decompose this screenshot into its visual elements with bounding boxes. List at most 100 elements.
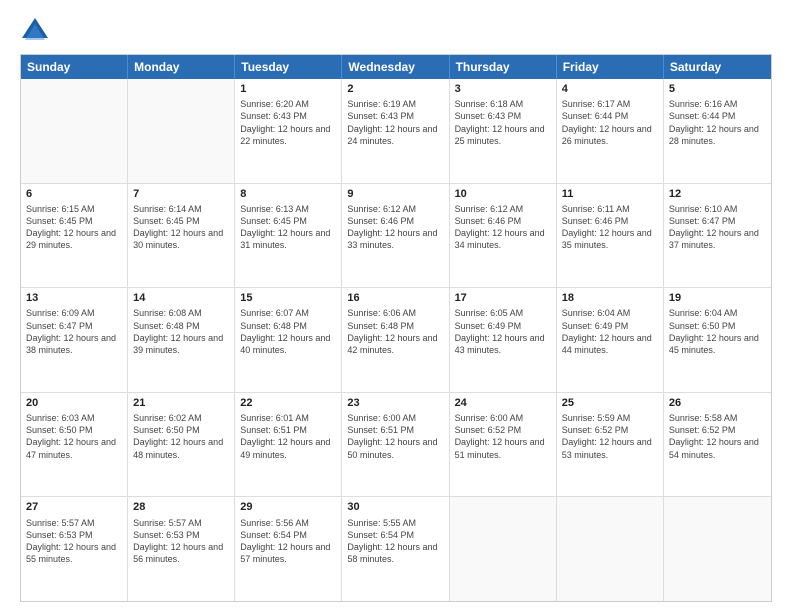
day-number: 15 <box>240 291 336 305</box>
calendar-cell: 28Sunrise: 5:57 AM Sunset: 6:53 PM Dayli… <box>128 497 235 601</box>
day-number: 22 <box>240 396 336 410</box>
calendar-cell: 19Sunrise: 6:04 AM Sunset: 6:50 PM Dayli… <box>664 288 771 392</box>
calendar-week: 1 Sunrise: 6:20 AM Sunset: 6:43 PM Daylig… <box>21 79 771 184</box>
day-info: Sunrise: 6:19 AM Sunset: 6:43 PM Dayligh… <box>347 98 443 147</box>
calendar-cell <box>21 79 128 183</box>
day-info: Sunrise: 5:58 AM Sunset: 6:52 PM Dayligh… <box>669 412 766 461</box>
day-number: 24 <box>455 396 551 410</box>
day-info: Sunrise: 6:06 AM Sunset: 6:48 PM Dayligh… <box>347 307 443 356</box>
page: SundayMondayTuesdayWednesdayThursdayFrid… <box>0 0 792 612</box>
day-info: Sunrise: 6:07 AM Sunset: 6:48 PM Dayligh… <box>240 307 336 356</box>
calendar-cell: 23 Sunrise: 6:00 AM Sunset: 6:51 PM Dayli… <box>342 393 449 497</box>
calendar-cell: 18 Sunrise: 6:04 AM Sunset: 6:49 PM Dayli… <box>557 288 664 392</box>
day-info: Sunrise: 6:00 AM Sunset: 6:51 PM Dayligh… <box>347 412 443 461</box>
day-info: Sunrise: 5:57 AM Sunset: 6:53 PM Dayligh… <box>26 517 122 566</box>
day-number: 3 <box>455 82 551 96</box>
calendar-cell: 20Sunrise: 6:03 AM Sunset: 6:50 PM Dayli… <box>21 393 128 497</box>
day-info: Sunrise: 6:02 AM Sunset: 6:50 PM Dayligh… <box>133 412 229 461</box>
calendar-cell <box>557 497 664 601</box>
day-info: Sunrise: 6:05 AM Sunset: 6:49 PM Dayligh… <box>455 307 551 356</box>
logo <box>20 16 54 46</box>
calendar-header-cell: Monday <box>128 55 235 79</box>
calendar-header-row: SundayMondayTuesdayWednesdayThursdayFrid… <box>21 55 771 79</box>
day-number: 30 <box>347 500 443 514</box>
day-info: Sunrise: 6:20 AM Sunset: 6:43 PM Dayligh… <box>240 98 336 147</box>
calendar-cell: 17Sunrise: 6:05 AM Sunset: 6:49 PM Dayli… <box>450 288 557 392</box>
calendar-cell: 9 Sunrise: 6:12 AM Sunset: 6:46 PM Daylig… <box>342 184 449 288</box>
calendar-cell: 13 Sunrise: 6:09 AM Sunset: 6:47 PM Dayli… <box>21 288 128 392</box>
day-number: 18 <box>562 291 658 305</box>
calendar-cell: 15 Sunrise: 6:07 AM Sunset: 6:48 PM Dayli… <box>235 288 342 392</box>
calendar-header-cell: Friday <box>557 55 664 79</box>
day-number: 23 <box>347 396 443 410</box>
day-number: 6 <box>26 187 122 201</box>
day-number: 11 <box>562 187 658 201</box>
day-number: 25 <box>562 396 658 410</box>
day-info: Sunrise: 6:08 AM Sunset: 6:48 PM Dayligh… <box>133 307 229 356</box>
day-info: Sunrise: 6:18 AM Sunset: 6:43 PM Dayligh… <box>455 98 551 147</box>
calendar-cell: 22 Sunrise: 6:01 AM Sunset: 6:51 PM Dayli… <box>235 393 342 497</box>
day-info: Sunrise: 6:00 AM Sunset: 6:52 PM Dayligh… <box>455 412 551 461</box>
calendar-cell <box>128 79 235 183</box>
calendar-header-cell: Tuesday <box>235 55 342 79</box>
day-number: 1 <box>240 82 336 96</box>
calendar-header-cell: Sunday <box>21 55 128 79</box>
calendar-cell: 14 Sunrise: 6:08 AM Sunset: 6:48 PM Dayli… <box>128 288 235 392</box>
day-info: Sunrise: 6:03 AM Sunset: 6:50 PM Dayligh… <box>26 412 122 461</box>
day-info: Sunrise: 6:16 AM Sunset: 6:44 PM Dayligh… <box>669 98 766 147</box>
day-info: Sunrise: 6:01 AM Sunset: 6:51 PM Dayligh… <box>240 412 336 461</box>
calendar-header-cell: Thursday <box>450 55 557 79</box>
calendar-cell: 26 Sunrise: 5:58 AM Sunset: 6:52 PM Dayli… <box>664 393 771 497</box>
day-info: Sunrise: 5:59 AM Sunset: 6:52 PM Dayligh… <box>562 412 658 461</box>
day-number: 16 <box>347 291 443 305</box>
day-info: Sunrise: 6:15 AM Sunset: 6:45 PM Dayligh… <box>26 203 122 252</box>
day-number: 14 <box>133 291 229 305</box>
calendar-cell: 24 Sunrise: 6:00 AM Sunset: 6:52 PM Dayli… <box>450 393 557 497</box>
day-number: 13 <box>26 291 122 305</box>
day-info: Sunrise: 6:12 AM Sunset: 6:46 PM Dayligh… <box>455 203 551 252</box>
calendar-cell: 6 Sunrise: 6:15 AM Sunset: 6:45 PM Daylig… <box>21 184 128 288</box>
calendar-cell: 5Sunrise: 6:16 AM Sunset: 6:44 PM Daylig… <box>664 79 771 183</box>
calendar-cell: 27 Sunrise: 5:57 AM Sunset: 6:53 PM Dayli… <box>21 497 128 601</box>
calendar: SundayMondayTuesdayWednesdayThursdayFrid… <box>20 54 772 602</box>
calendar-cell: 29 Sunrise: 5:56 AM Sunset: 6:54 PM Dayli… <box>235 497 342 601</box>
calendar-cell: 4Sunrise: 6:17 AM Sunset: 6:44 PM Daylig… <box>557 79 664 183</box>
logo-icon <box>20 16 50 46</box>
day-number: 7 <box>133 187 229 201</box>
day-number: 27 <box>26 500 122 514</box>
day-info: Sunrise: 6:17 AM Sunset: 6:44 PM Dayligh… <box>562 98 658 147</box>
calendar-cell: 2 Sunrise: 6:19 AM Sunset: 6:43 PM Daylig… <box>342 79 449 183</box>
header <box>20 16 772 46</box>
day-number: 29 <box>240 500 336 514</box>
calendar-cell: 10Sunrise: 6:12 AM Sunset: 6:46 PM Dayli… <box>450 184 557 288</box>
calendar-cell <box>450 497 557 601</box>
calendar-body: 1 Sunrise: 6:20 AM Sunset: 6:43 PM Daylig… <box>21 79 771 601</box>
calendar-header-cell: Wednesday <box>342 55 449 79</box>
calendar-week: 20Sunrise: 6:03 AM Sunset: 6:50 PM Dayli… <box>21 393 771 498</box>
calendar-cell: 3 Sunrise: 6:18 AM Sunset: 6:43 PM Daylig… <box>450 79 557 183</box>
calendar-cell: 16 Sunrise: 6:06 AM Sunset: 6:48 PM Dayli… <box>342 288 449 392</box>
day-number: 21 <box>133 396 229 410</box>
day-number: 26 <box>669 396 766 410</box>
calendar-cell: 1 Sunrise: 6:20 AM Sunset: 6:43 PM Daylig… <box>235 79 342 183</box>
calendar-cell <box>664 497 771 601</box>
day-number: 2 <box>347 82 443 96</box>
calendar-header-cell: Saturday <box>664 55 771 79</box>
day-number: 8 <box>240 187 336 201</box>
calendar-cell: 11Sunrise: 6:11 AM Sunset: 6:46 PM Dayli… <box>557 184 664 288</box>
day-info: Sunrise: 6:13 AM Sunset: 6:45 PM Dayligh… <box>240 203 336 252</box>
day-number: 19 <box>669 291 766 305</box>
day-info: Sunrise: 6:04 AM Sunset: 6:49 PM Dayligh… <box>562 307 658 356</box>
calendar-cell: 8 Sunrise: 6:13 AM Sunset: 6:45 PM Daylig… <box>235 184 342 288</box>
day-number: 9 <box>347 187 443 201</box>
day-info: Sunrise: 5:55 AM Sunset: 6:54 PM Dayligh… <box>347 517 443 566</box>
day-info: Sunrise: 6:09 AM Sunset: 6:47 PM Dayligh… <box>26 307 122 356</box>
day-info: Sunrise: 6:12 AM Sunset: 6:46 PM Dayligh… <box>347 203 443 252</box>
calendar-cell: 21 Sunrise: 6:02 AM Sunset: 6:50 PM Dayli… <box>128 393 235 497</box>
calendar-cell: 7Sunrise: 6:14 AM Sunset: 6:45 PM Daylig… <box>128 184 235 288</box>
calendar-cell: 12Sunrise: 6:10 AM Sunset: 6:47 PM Dayli… <box>664 184 771 288</box>
day-info: Sunrise: 5:57 AM Sunset: 6:53 PM Dayligh… <box>133 517 229 566</box>
day-info: Sunrise: 5:56 AM Sunset: 6:54 PM Dayligh… <box>240 517 336 566</box>
calendar-week: 6 Sunrise: 6:15 AM Sunset: 6:45 PM Daylig… <box>21 184 771 289</box>
calendar-cell: 25 Sunrise: 5:59 AM Sunset: 6:52 PM Dayli… <box>557 393 664 497</box>
